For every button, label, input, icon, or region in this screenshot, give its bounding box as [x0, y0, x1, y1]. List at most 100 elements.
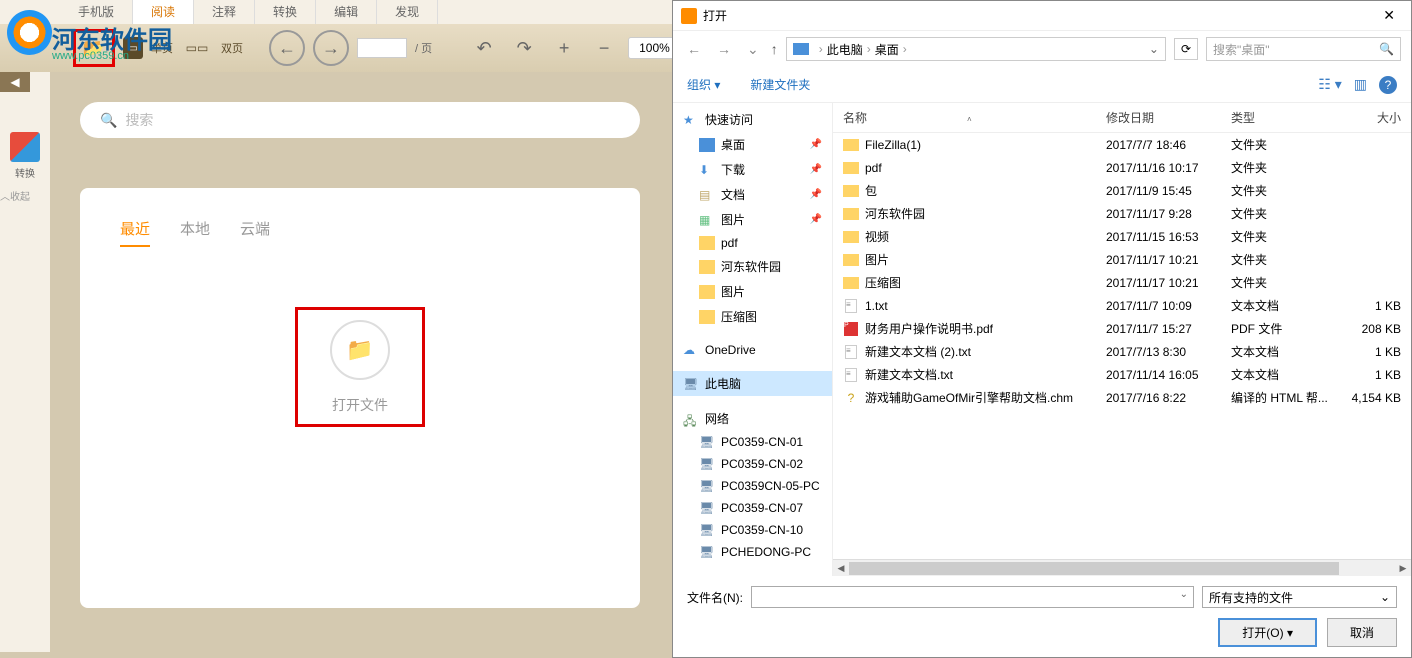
- cancel-button[interactable]: 取消: [1327, 618, 1397, 647]
- file-name: 1.txt: [865, 299, 1106, 313]
- tree-computer-5[interactable]: 🖥PC0359-CN-10: [673, 519, 832, 541]
- dialog-titlebar: 打开 ✕: [673, 1, 1411, 31]
- refresh-button[interactable]: ⟳: [1174, 38, 1198, 60]
- list-item[interactable]: ≡新建文本文档.txt2017/11/14 16:05文本文档1 KB: [833, 363, 1411, 386]
- tree-downloads[interactable]: ⬇下载📌: [673, 157, 832, 182]
- col-type-header[interactable]: 类型: [1231, 109, 1341, 126]
- list-item[interactable]: 图片2017/11/17 10:21文件夹: [833, 248, 1411, 271]
- tree-pictures[interactable]: ▦图片📌: [673, 207, 832, 232]
- tree-this-pc[interactable]: 🖥此电脑: [673, 371, 832, 396]
- tree-network[interactable]: 🖧网络: [673, 406, 832, 431]
- tree-onedrive[interactable]: ☁OneDrive: [673, 339, 832, 361]
- list-item[interactable]: 压缩图2017/11/17 10:21文件夹: [833, 271, 1411, 294]
- search-bar[interactable]: 🔍 搜索: [80, 102, 640, 138]
- sidebar-convert-button[interactable]: 转换: [0, 132, 50, 180]
- chevron-down-icon: ⌄: [1380, 590, 1390, 604]
- folder-open-icon: 📁: [330, 320, 390, 380]
- file-date: 2017/11/15 16:53: [1106, 230, 1231, 244]
- filetype-select[interactable]: 所有支持的文件 ⌄: [1202, 586, 1397, 608]
- list-item[interactable]: 河东软件园2017/11/17 9:28文件夹: [833, 202, 1411, 225]
- file-name: 财务用户操作说明书.pdf: [865, 320, 1106, 337]
- list-item[interactable]: pdf2017/11/16 10:17文件夹: [833, 156, 1411, 179]
- help-button[interactable]: ?: [1379, 76, 1397, 94]
- col-size-header[interactable]: 大小: [1341, 109, 1401, 126]
- nav-up-button[interactable]: ↑: [771, 41, 778, 57]
- sidebar-collapse-arrow[interactable]: ◀: [0, 72, 30, 92]
- tree-computer-2[interactable]: 🖥PC0359-CN-02: [673, 453, 832, 475]
- list-item[interactable]: ≡新建文本文档 (2).txt2017/7/13 8:30文本文档1 KB: [833, 340, 1411, 363]
- breadcrumb-item-pc[interactable]: 此电脑: [827, 41, 863, 58]
- tree-documents[interactable]: ▤文档📌: [673, 182, 832, 207]
- sidebar-collapse-label[interactable]: ︿收起: [0, 188, 50, 203]
- breadcrumb-sep: ›: [819, 42, 823, 56]
- file-size: 1 KB: [1341, 368, 1401, 382]
- top-tab-convert[interactable]: 转换: [255, 0, 316, 24]
- tree-computer-1[interactable]: 🖥PC0359-CN-01: [673, 431, 832, 453]
- list-item[interactable]: FileZilla(1)2017/7/7 18:46文件夹: [833, 133, 1411, 156]
- breadcrumb[interactable]: › 此电脑 › 桌面 › ⌄: [786, 37, 1166, 61]
- star-icon: ★: [683, 113, 699, 127]
- breadcrumb-dropdown[interactable]: ⌄: [1149, 42, 1159, 56]
- scroll-left-arrow[interactable]: ◀: [833, 560, 849, 576]
- double-page-icon[interactable]: ▭▭: [181, 32, 213, 64]
- page-input[interactable]: [357, 38, 407, 58]
- tree-quick-access[interactable]: ★快速访问: [673, 107, 832, 132]
- search-input[interactable]: 搜索"桌面" 🔍: [1206, 37, 1401, 61]
- txt-icon: ≡: [843, 299, 859, 313]
- tree-computer-4[interactable]: 🖥PC0359-CN-07: [673, 497, 832, 519]
- top-tab-edit[interactable]: 编辑: [316, 0, 377, 24]
- open-file-zone[interactable]: 📁 打开文件: [295, 307, 425, 427]
- rotate-left-button[interactable]: ↶: [468, 32, 500, 64]
- list-item[interactable]: 视频2017/11/15 16:53文件夹: [833, 225, 1411, 248]
- tree-hedong[interactable]: 河东软件园: [673, 254, 832, 279]
- search-placeholder-text: 搜索"桌面": [1213, 41, 1270, 58]
- list-item[interactable]: P财务用户操作说明书.pdf2017/11/7 15:27PDF 文件208 K…: [833, 317, 1411, 340]
- file-name: FileZilla(1): [865, 138, 1106, 152]
- filename-dropdown-icon[interactable]: ⌄: [1180, 589, 1188, 600]
- col-name-header[interactable]: 名称˄: [843, 109, 1106, 126]
- folder-icon: [843, 184, 859, 198]
- list-item[interactable]: ?游戏辅助GameOfMir引擎帮助文档.chm2017/7/16 8:22编译…: [833, 386, 1411, 409]
- list-item[interactable]: 包2017/11/9 15:45文件夹: [833, 179, 1411, 202]
- view-mode-button[interactable]: ☷ ▾: [1318, 76, 1341, 93]
- tree-pictures2[interactable]: 图片: [673, 279, 832, 304]
- nav-forward-button[interactable]: →: [713, 41, 735, 57]
- zoom-in-button[interactable]: +: [548, 32, 580, 64]
- organize-button[interactable]: 组织 ▾: [687, 76, 720, 93]
- tree-desktop[interactable]: 桌面📌: [673, 132, 832, 157]
- top-tab-annotate[interactable]: 注释: [194, 0, 255, 24]
- close-button[interactable]: ✕: [1375, 7, 1403, 24]
- scroll-right-arrow[interactable]: ▶: [1395, 560, 1411, 576]
- horizontal-scrollbar[interactable]: ◀ ▶: [833, 559, 1411, 576]
- zoom-out-button[interactable]: −: [588, 32, 620, 64]
- list-item[interactable]: ≡1.txt2017/11/7 10:09文本文档1 KB: [833, 294, 1411, 317]
- rotate-right-button[interactable]: ↷: [508, 32, 540, 64]
- file-type: 文件夹: [1231, 205, 1341, 222]
- file-name: pdf: [865, 161, 1106, 175]
- tree-computer-3[interactable]: 🖥PC0359CN-05-PC: [673, 475, 832, 497]
- content-tab-cloud[interactable]: 云端: [240, 218, 270, 247]
- filename-input[interactable]: [751, 586, 1194, 608]
- next-page-button[interactable]: →: [313, 30, 349, 66]
- prev-page-button[interactable]: ←: [269, 30, 305, 66]
- new-folder-button[interactable]: 新建文件夹: [750, 76, 810, 93]
- content-tab-local[interactable]: 本地: [180, 218, 210, 247]
- preview-pane-button[interactable]: ▥: [1354, 76, 1367, 93]
- computer-icon: 🖥: [699, 457, 715, 471]
- scroll-thumb[interactable]: [849, 562, 1339, 575]
- file-type: 文件夹: [1231, 136, 1341, 153]
- tree-pdf[interactable]: pdf: [673, 232, 832, 254]
- tree-computer-6[interactable]: 🖥PCHEDONG-PC: [673, 541, 832, 563]
- breadcrumb-item-desktop[interactable]: 桌面: [875, 41, 899, 58]
- top-tab-discover[interactable]: 发现: [377, 0, 438, 24]
- list-header: 名称˄ 修改日期 类型 大小: [833, 103, 1411, 133]
- content-tab-recent[interactable]: 最近: [120, 218, 150, 247]
- col-date-header[interactable]: 修改日期: [1106, 109, 1231, 126]
- open-button[interactable]: 打开(O) ▾: [1218, 618, 1317, 647]
- file-size: 4,154 KB: [1341, 391, 1401, 405]
- search-icon: 🔍: [100, 112, 117, 129]
- tree-compressed[interactable]: 压缩图: [673, 304, 832, 329]
- nav-history-dropdown[interactable]: ⌄: [743, 41, 763, 58]
- nav-back-button[interactable]: ←: [683, 41, 705, 57]
- search-icon: 🔍: [1379, 42, 1394, 56]
